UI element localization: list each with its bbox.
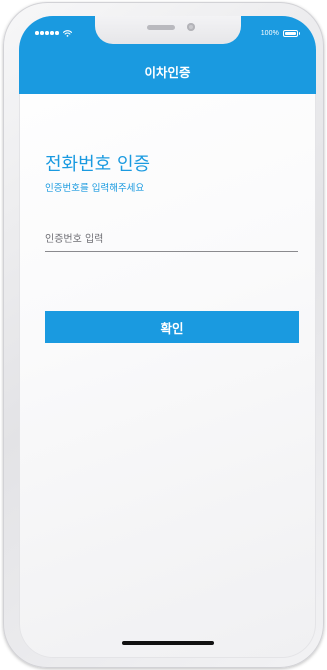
phone-frame: 100% 이차인증 전화번호 인증 인증번호를 입력해주세요 확인 (3, 2, 324, 668)
speaker-grille (147, 25, 175, 30)
signal-dots-icon (35, 31, 59, 35)
app-screen: 100% 이차인증 전화번호 인증 인증번호를 입력해주세요 확인 (19, 16, 316, 658)
page-title: 전화번호 인증 (45, 154, 151, 175)
device-notch (95, 16, 241, 44)
page-subtitle: 인증번호를 입력해주세요 (45, 183, 145, 194)
status-bar-right: 100% (260, 27, 300, 39)
battery-percentage: 100% (260, 29, 279, 37)
confirm-button[interactable]: 확인 (45, 311, 299, 343)
front-camera (187, 23, 195, 31)
wifi-icon (62, 29, 72, 37)
battery-icon (283, 29, 300, 37)
status-bar-left (35, 28, 72, 38)
home-indicator (122, 641, 214, 645)
verification-code-input[interactable] (45, 228, 298, 252)
app-bar-title: 이차인증 (144, 65, 191, 80)
